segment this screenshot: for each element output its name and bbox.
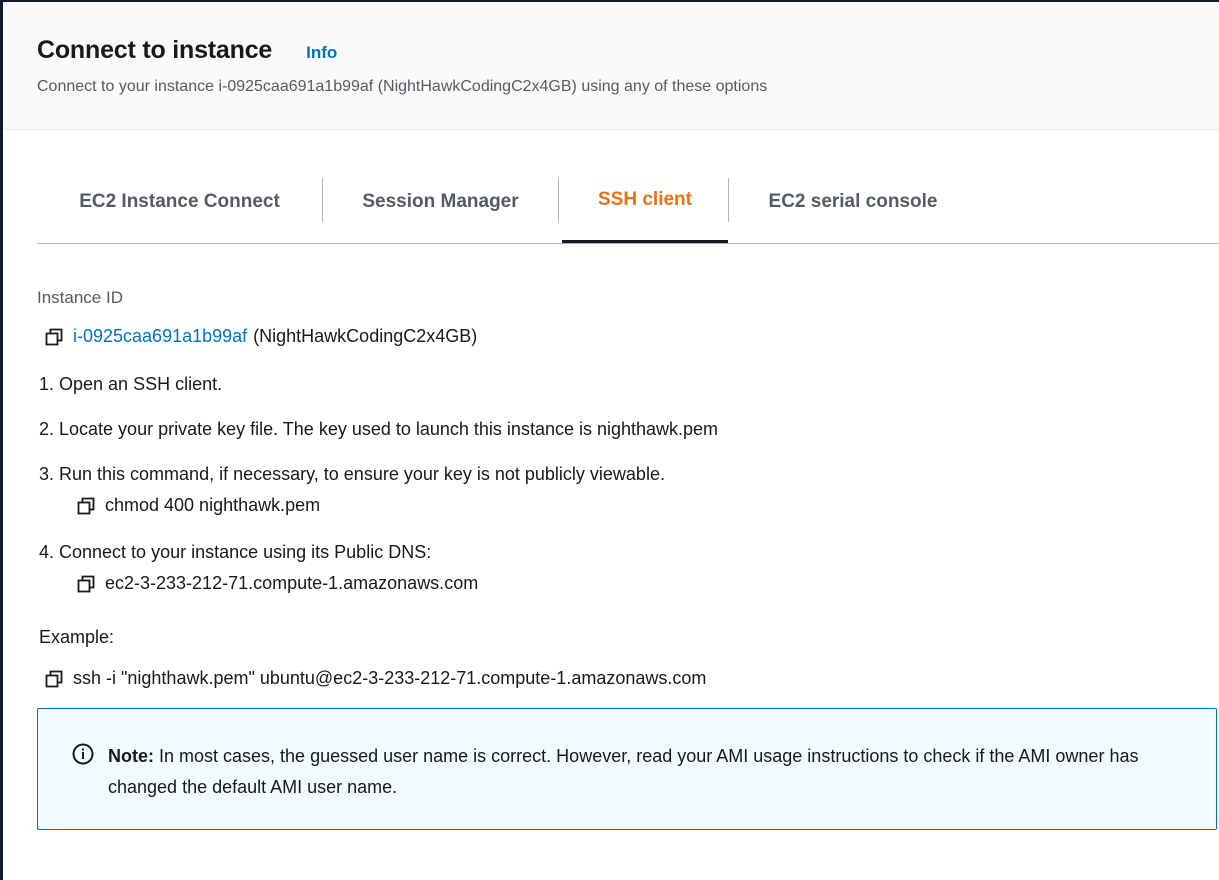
chmod-command: chmod 400 nighthawk.pem	[105, 495, 321, 515]
connect-instance-panel: Connect to instance Info Connect to your…	[0, 0, 1219, 880]
example-label: Example:	[39, 627, 115, 647]
chmod-command-row: chmod 400 nighthawk.pem	[77, 495, 320, 516]
info-circle-icon	[72, 743, 94, 765]
note-prefix: Note:	[108, 746, 154, 766]
instance-id-label: Instance ID	[37, 288, 123, 307]
example-command-row: ssh -i "nighthawk.pem" ubuntu@ec2-3-233-…	[45, 668, 706, 689]
page-subtitle: Connect to your instance i-0925caa691a1b…	[37, 78, 768, 95]
tab-label: EC2 serial console	[768, 190, 938, 212]
info-link[interactable]: Info	[306, 43, 337, 63]
public-dns-row: ec2-3-233-212-71.compute-1.amazonaws.com	[77, 573, 478, 594]
note-text: Note: In most cases, the guessed user na…	[108, 741, 1188, 803]
tab-ssh-client[interactable]: SSH client	[562, 160, 728, 243]
note-body: In most cases, the guessed user name is …	[108, 746, 1139, 797]
page-title: Connect to instance	[37, 36, 273, 64]
tab-label: Session Manager	[362, 190, 519, 212]
copy-icon[interactable]	[77, 575, 95, 593]
tab-label: EC2 Instance Connect	[79, 190, 280, 212]
tab-label: SSH client	[598, 189, 692, 210]
tab-ec2-instance-connect[interactable]: EC2 Instance Connect	[37, 160, 322, 243]
step-2: 2. Locate your private key file. The key…	[39, 419, 719, 439]
instance-id-link[interactable]: i-0925caa691a1b99af	[73, 326, 247, 347]
example-command: ssh -i "nighthawk.pem" ubuntu@ec2-3-233-…	[73, 668, 707, 688]
title-row: Connect to instance Info	[37, 36, 337, 65]
step-1: 1. Open an SSH client.	[39, 374, 223, 394]
instance-name: (NightHawkCodingC2x4GB)	[253, 326, 478, 346]
copy-icon[interactable]	[77, 497, 95, 515]
copy-icon[interactable]	[45, 670, 63, 688]
note-alert: Note: In most cases, the guessed user na…	[37, 708, 1217, 830]
copy-icon[interactable]	[45, 328, 63, 346]
connection-method-tabs: EC2 Instance Connect Session Manager SSH…	[37, 160, 1219, 244]
tab-session-manager[interactable]: Session Manager	[323, 160, 558, 243]
step-3: 3. Run this command, if necessary, to en…	[39, 464, 665, 484]
step-4: 4. Connect to your instance using its Pu…	[39, 542, 432, 562]
instance-id-row: i-0925caa691a1b99af (NightHawkCodingC2x4…	[45, 326, 477, 347]
page-header: Connect to instance Info Connect to your…	[3, 2, 1219, 130]
tab-divider	[558, 178, 559, 222]
tab-ec2-serial-console[interactable]: EC2 serial console	[729, 160, 977, 243]
public-dns: ec2-3-233-212-71.compute-1.amazonaws.com	[105, 573, 479, 593]
